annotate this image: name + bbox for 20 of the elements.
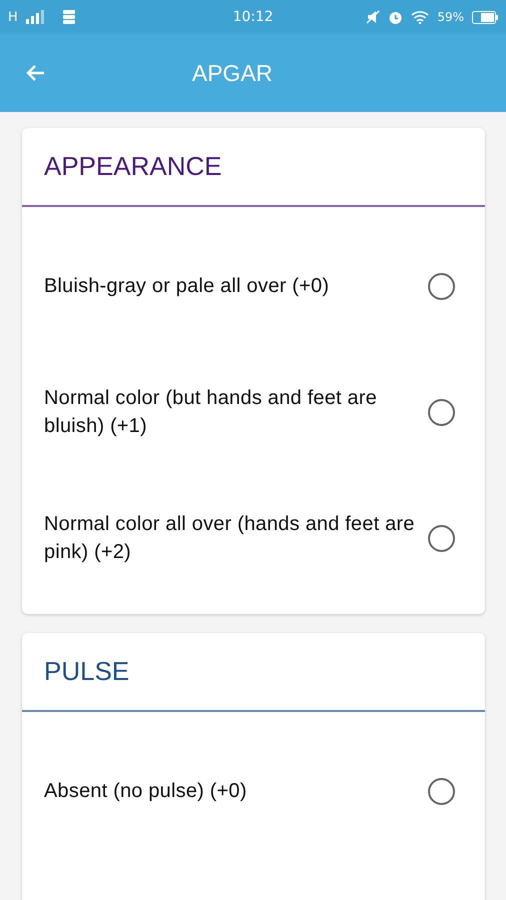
radio-button[interactable]	[428, 272, 455, 300]
mute-icon	[366, 10, 380, 24]
section-title: APPEARANCE	[44, 151, 222, 182]
radio-button[interactable]	[428, 524, 455, 552]
alarm-icon	[388, 10, 404, 24]
option-label: Normal color (but hands and feet are bluish) (+1)	[44, 386, 378, 439]
battery-percent: 59%	[437, 10, 464, 24]
screen-title: APGAR	[192, 60, 273, 86]
clock-time: 10:12	[232, 9, 274, 25]
option-label: Bluish-gray or pale all over (+0)	[44, 274, 330, 299]
signal-icon	[26, 10, 44, 24]
radio-button[interactable]	[428, 778, 455, 804]
option-label: Normal color all over (hands and feet are pink) (+2)	[44, 512, 416, 565]
battery-icon	[472, 10, 498, 24]
wifi-icon	[411, 10, 430, 24]
option-label: Absent (no pulse) (+0)	[44, 779, 248, 804]
network-type: H	[8, 10, 18, 24]
section-title: PULSE	[44, 656, 130, 687]
radio-button[interactable]	[428, 398, 455, 426]
storage-icon	[62, 9, 76, 25]
